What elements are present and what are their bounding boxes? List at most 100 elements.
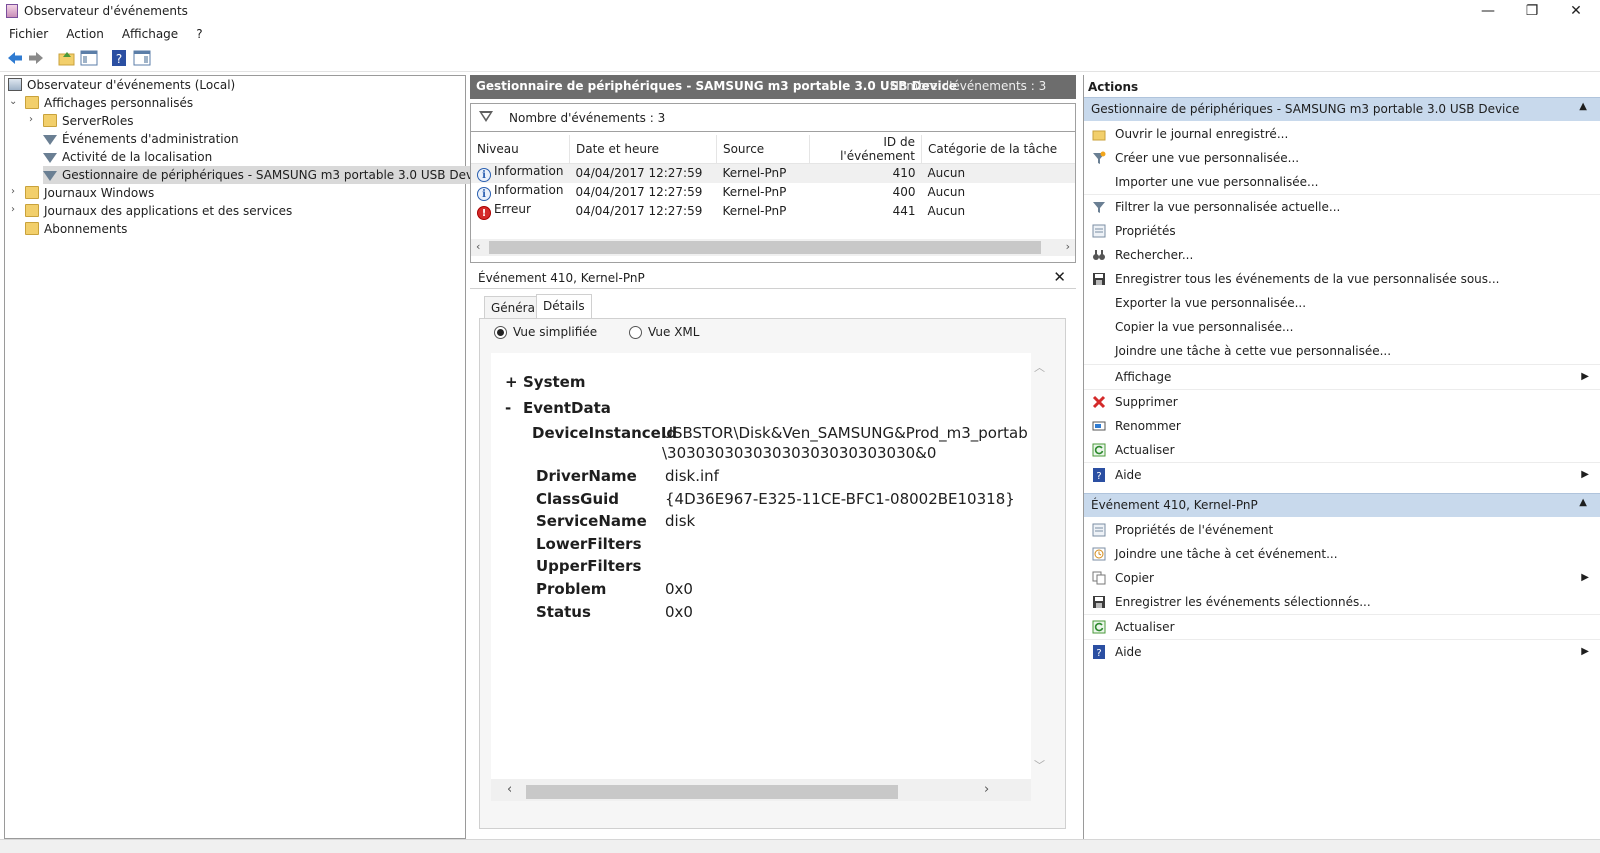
properties-icon [1092, 523, 1106, 537]
tree-item-subscriptions[interactable]: Abonnements [25, 220, 127, 238]
action-rename[interactable]: Renommer [1084, 414, 1600, 438]
tree-item-app-service-logs[interactable]: Journaux des applications et des service… [25, 202, 292, 220]
action-help-submenu[interactable]: ? Aide ▶ [1084, 463, 1600, 487]
tree-item-admin-events[interactable]: Événements d'administration [43, 130, 239, 148]
help-icon[interactable]: ? [110, 49, 128, 67]
column-header-event-id[interactable]: ID de l'événement [809, 135, 922, 164]
detail-horizontal-scrollbar[interactable]: ‹ › [491, 779, 1031, 801]
eventdata-node[interactable]: EventData [523, 399, 611, 417]
menu-help[interactable]: ? [187, 24, 211, 44]
scrollbar-thumb[interactable] [526, 785, 898, 799]
table-row[interactable]: i Information 04/04/2017 12:27:59 Kernel-… [471, 163, 1075, 183]
action-refresh-event[interactable]: Actualiser [1084, 615, 1600, 639]
scroll-left-icon[interactable]: ‹ [476, 240, 480, 253]
chevron-right-icon[interactable]: › [11, 186, 15, 197]
tree-item-event-viewer-local[interactable]: Observateur d'événements (Local) [8, 76, 235, 94]
folder-up-icon[interactable] [58, 49, 76, 67]
column-header-level[interactable]: Niveau [471, 135, 570, 164]
menu-action[interactable]: Action [57, 24, 113, 44]
event-detail-header: Événement 410, Kernel-PnP ✕ [470, 267, 1076, 289]
action-label: Propriétés de l'événement [1115, 523, 1274, 537]
tree-label: Affichages personnalisés [44, 96, 194, 110]
svg-text:?: ? [116, 52, 122, 66]
field-key: ServiceName [536, 512, 647, 530]
action-import-custom-view[interactable]: Importer une vue personnalisée... [1084, 170, 1600, 194]
action-copy-custom-view[interactable]: Copier la vue personnalisée... [1084, 315, 1600, 339]
table-row[interactable]: ! Erreur 04/04/2017 12:27:59 Kernel-PnP 4… [471, 202, 1075, 221]
collapse-caret-icon[interactable]: ▲ [1579, 101, 1587, 112]
tree-item-windows-logs[interactable]: Journaux Windows [25, 184, 154, 202]
show-hide-console-tree-icon[interactable] [80, 49, 98, 67]
expand-toggle[interactable]: + [505, 373, 518, 391]
tree-item-custom-views[interactable]: Affichages personnalisés [25, 94, 193, 112]
delete-x-icon [1092, 395, 1106, 409]
action-attach-task-to-view[interactable]: Joindre une tâche à cette vue personnali… [1084, 339, 1600, 363]
cell-category: Aucun [921, 163, 1075, 183]
chevron-down-icon[interactable]: ⌄ [9, 96, 17, 107]
scroll-right-icon[interactable]: › [984, 782, 989, 797]
error-icon: ! [477, 206, 491, 220]
tree-item-location-activity[interactable]: Activité de la localisation [43, 148, 212, 166]
action-delete[interactable]: Supprimer [1084, 390, 1600, 414]
column-header-date[interactable]: Date et heure [569, 135, 717, 164]
collapse-toggle[interactable]: - [505, 399, 511, 417]
close-icon[interactable]: ✕ [1053, 268, 1066, 286]
chevron-right-icon[interactable]: › [11, 204, 15, 215]
field-key: LowerFilters [536, 535, 642, 553]
tree-item-server-roles[interactable]: ServerRoles [43, 112, 133, 130]
field-key: Problem [536, 580, 607, 598]
action-label: Filtrer la vue personnalisée actuelle... [1115, 200, 1341, 214]
submenu-arrow-icon: ▶ [1581, 572, 1589, 583]
action-view-submenu[interactable]: Affichage ▶ [1084, 365, 1600, 389]
back-arrow-icon[interactable] [6, 49, 24, 67]
tab-details[interactable]: Détails [536, 294, 592, 320]
action-label: Copier [1115, 571, 1154, 585]
forward-arrow-icon[interactable] [27, 49, 45, 67]
tree-item-device-manager-view[interactable]: Gestionnaire de périphériques - SAMSUNG … [43, 166, 495, 184]
action-export-custom-view[interactable]: Exporter la vue personnalisée... [1084, 291, 1600, 315]
action-help-event-submenu[interactable]: ? Aide ▶ [1084, 640, 1600, 664]
action-attach-task-to-event[interactable]: Joindre une tâche à cet événement... [1084, 542, 1600, 566]
detail-vertical-scrollbar[interactable]: ︿ ﹀ [1031, 353, 1048, 779]
cell-level: Information [494, 183, 564, 197]
action-filter-current-view[interactable]: Filtrer la vue personnalisée actuelle... [1084, 195, 1600, 219]
action-create-custom-view[interactable]: Créer une vue personnalisée... [1084, 146, 1600, 170]
system-node[interactable]: System [523, 373, 585, 391]
actions-section-custom-view[interactable]: Gestionnaire de périphériques - SAMSUNG … [1084, 97, 1600, 121]
action-label: Supprimer [1115, 395, 1178, 409]
filter-count-label: Nombre d'événements : 3 [509, 111, 666, 125]
events-horizontal-scrollbar[interactable]: ‹ › [471, 239, 1075, 256]
action-event-properties[interactable]: Propriétés de l'événement [1084, 518, 1600, 542]
table-row[interactable]: i Information 04/04/2017 12:27:59 Kernel-… [471, 183, 1075, 202]
minimize-button[interactable]: — [1466, 0, 1510, 22]
radio-xml-view[interactable] [629, 326, 642, 339]
scroll-right-icon[interactable]: › [1066, 240, 1070, 253]
action-copy-submenu[interactable]: Copier ▶ [1084, 566, 1600, 590]
show-hide-action-pane-icon[interactable] [133, 49, 151, 67]
actions-section-event[interactable]: Événement 410, Kernel-PnP ▲ [1084, 493, 1600, 517]
help-icon: ? [1093, 468, 1105, 482]
column-header-source[interactable]: Source [716, 135, 810, 164]
field-value: {4D36E967-E325-11CE-BFC1-08002BE10318} [665, 490, 1015, 508]
action-open-saved-log[interactable]: Ouvrir le journal enregistré... [1084, 122, 1600, 146]
collapse-caret-icon[interactable]: ▲ [1579, 497, 1587, 508]
action-properties[interactable]: Propriétés [1084, 219, 1600, 243]
scroll-up-icon[interactable]: ︿ [1034, 359, 1045, 375]
menu-fichier[interactable]: Fichier [0, 24, 57, 44]
scrollbar-thumb[interactable] [489, 241, 1041, 254]
action-save-all-events[interactable]: Enregistrer tous les événements de la vu… [1084, 267, 1600, 291]
close-button[interactable]: ✕ [1554, 0, 1598, 22]
action-save-selected-events[interactable]: Enregistrer les événements sélectionnés.… [1084, 590, 1600, 614]
action-refresh[interactable]: Actualiser [1084, 438, 1600, 462]
action-label: Actualiser [1115, 443, 1175, 457]
column-header-task-category[interactable]: Catégorie de la tâche [921, 135, 1075, 164]
menu-affichage[interactable]: Affichage [113, 24, 187, 44]
chevron-right-icon[interactable]: › [29, 114, 33, 125]
action-find[interactable]: Rechercher... [1084, 243, 1600, 267]
maximize-button[interactable]: ❐ [1510, 0, 1554, 22]
toolbar: ? [0, 46, 1600, 72]
scroll-down-icon[interactable]: ﹀ [1034, 757, 1045, 773]
scroll-left-icon[interactable]: ‹ [507, 782, 512, 797]
radio-simplified-view[interactable] [494, 326, 507, 339]
copy-icon [1092, 571, 1106, 585]
